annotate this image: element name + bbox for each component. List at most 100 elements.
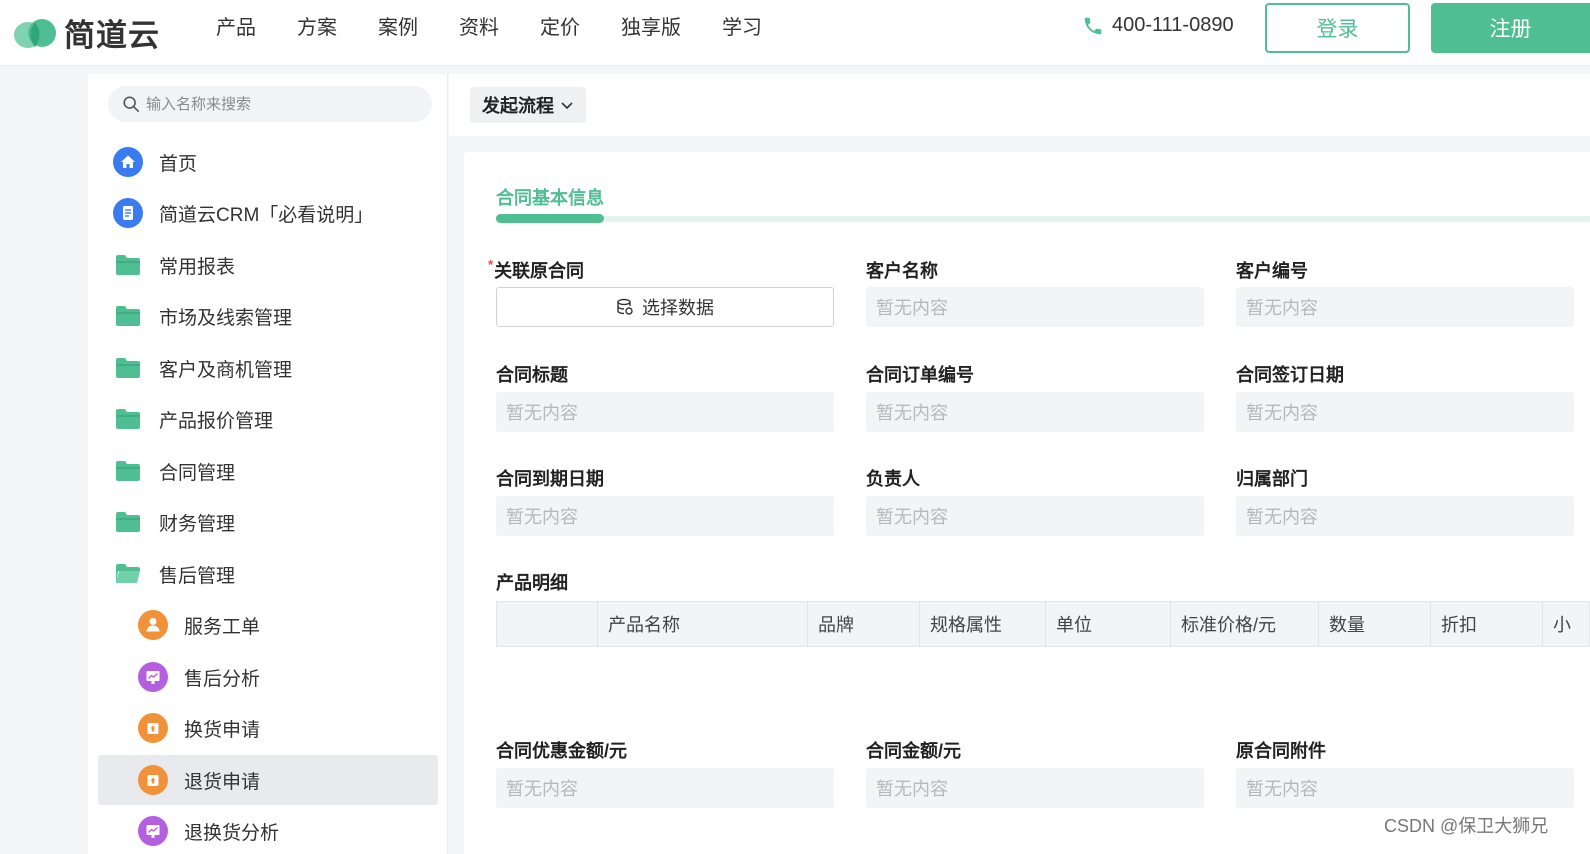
field-label-contract-title: 合同标题	[496, 365, 568, 385]
sidebar-item-label: 售后管理	[159, 565, 236, 587]
sidebar-item-exchange-request[interactable]: 换货申请	[98, 703, 438, 753]
table-header-cell[interactable]: 单位	[1045, 602, 1170, 646]
chevron-down-icon	[561, 102, 573, 110]
folder-icon	[113, 250, 143, 280]
nav-item-learn[interactable]: 学习	[722, 14, 762, 42]
nav-item-private[interactable]: 独享版	[621, 14, 681, 42]
sidebar-item-crm-guide[interactable]: 简道云CRM「必看说明」	[98, 188, 438, 238]
customer-name-field[interactable]: 暂无内容	[866, 287, 1204, 327]
folder-icon	[113, 301, 143, 331]
main-nav: 产品 方案 案例 资料 定价 独享版 学习	[216, 14, 803, 42]
sidebar-item-quotes[interactable]: 产品报价管理	[98, 394, 438, 444]
field-label-customer-no: 客户编号	[1236, 261, 1308, 281]
attachment-field[interactable]: 暂无内容	[1236, 768, 1574, 808]
sidebar-item-label: 服务工单	[184, 616, 261, 638]
section-divider	[496, 216, 1590, 222]
product-table-header: 产品名称 品牌 规格属性 单位 标准价格/元 数量 折扣 小	[496, 601, 1590, 647]
contract-amount-field[interactable]: 暂无内容	[866, 768, 1204, 808]
nav-item-product[interactable]: 产品	[216, 14, 256, 42]
nav-item-pricing[interactable]: 定价	[540, 14, 580, 42]
home-icon	[113, 147, 143, 177]
sidebar-item-label: 售后分析	[184, 668, 261, 690]
field-label-sign-date: 合同签订日期	[1236, 365, 1344, 385]
sidebar-item-finance[interactable]: 财务管理	[98, 497, 438, 547]
table-header-cell	[497, 602, 597, 646]
sign-date-field[interactable]: 暂无内容	[1236, 392, 1574, 432]
field-label-department: 归属部门	[1236, 469, 1308, 489]
field-label-order-no: 合同订单编号	[866, 365, 974, 385]
search-box[interactable]	[108, 86, 432, 122]
sidebar-item-label: 市场及线索管理	[159, 307, 293, 329]
owner-field[interactable]: 暂无内容	[866, 496, 1204, 536]
department-field[interactable]: 暂无内容	[1236, 496, 1574, 536]
nav-item-cases[interactable]: 案例	[378, 14, 418, 42]
select-data-button[interactable]: 选择数据	[496, 287, 834, 327]
login-button[interactable]: 登录	[1265, 3, 1410, 53]
phone-icon	[1084, 17, 1102, 34]
sidebar-item-label: 退货申请	[184, 771, 261, 793]
field-label-owner: 负责人	[866, 469, 920, 489]
table-header-cell[interactable]: 品牌	[807, 602, 919, 646]
table-header-cell[interactable]: 产品名称	[597, 602, 807, 646]
folder-icon	[113, 456, 143, 486]
sidebar-item-after-sales-analysis[interactable]: 售后分析	[98, 652, 438, 702]
table-header-cell[interactable]: 小	[1542, 602, 1589, 646]
sidebar: 首页 简道云CRM「必看说明」 常用报表 市场及线索管理 客户及商机管理 产品报…	[88, 74, 448, 854]
database-icon	[617, 298, 633, 315]
discount-amount-field[interactable]: 暂无内容	[496, 768, 834, 808]
folder-icon	[113, 404, 143, 434]
order-no-field[interactable]: 暂无内容	[866, 392, 1204, 432]
folder-icon	[113, 507, 143, 537]
chart-icon	[138, 816, 168, 846]
watermark: CSDN @保卫大狮兄	[1384, 816, 1549, 836]
top-header: 简道云 产品 方案 案例 资料 定价 独享版 学习 400-111-0890 登…	[0, 0, 1590, 66]
sidebar-item-service-ticket[interactable]: 服务工单	[98, 600, 438, 650]
sidebar-item-home[interactable]: 首页	[98, 137, 438, 187]
sidebar-item-return-analysis[interactable]: 退换货分析	[98, 806, 438, 854]
sidebar-item-label: 合同管理	[159, 462, 236, 484]
sidebar-item-after-sales[interactable]: 售后管理	[98, 549, 438, 599]
start-flow-button[interactable]: 发起流程	[470, 87, 586, 123]
sidebar-item-label: 产品报价管理	[159, 410, 274, 432]
phone-contact[interactable]: 400-111-0890	[1082, 14, 1234, 37]
field-label-product-detail: 产品明细	[496, 573, 568, 593]
logo-icon	[12, 15, 60, 51]
expire-date-field[interactable]: 暂无内容	[496, 496, 834, 536]
form-card: 合同基本信息 *关联原合同 选择数据 客户名称 暂无内容 客户编号 暂无内容 合…	[464, 152, 1590, 854]
table-header-cell[interactable]: 数量	[1318, 602, 1430, 646]
sidebar-item-return-request[interactable]: 退货申请	[98, 755, 438, 805]
table-header-cell[interactable]: 规格属性	[919, 602, 1045, 646]
folder-icon	[113, 353, 143, 383]
section-title[interactable]: 合同基本信息	[496, 184, 604, 210]
field-label-expire-date: 合同到期日期	[496, 469, 604, 489]
nav-item-solution[interactable]: 方案	[297, 14, 337, 42]
field-label-discount-amount: 合同优惠金额/元	[496, 741, 628, 761]
table-header-cell[interactable]: 标准价格/元	[1170, 602, 1318, 646]
table-header-cell[interactable]: 折扣	[1430, 602, 1542, 646]
field-label-customer-name: 客户名称	[866, 261, 938, 281]
contract-title-field[interactable]: 暂无内容	[496, 392, 834, 432]
exchange-icon	[138, 713, 168, 743]
select-data-label: 选择数据	[642, 298, 714, 318]
logo[interactable]: 简道云	[12, 10, 160, 55]
logo-text: 简道云	[64, 18, 160, 53]
sidebar-item-label: 财务管理	[159, 513, 236, 535]
phone-number: 400-111-0890	[1112, 14, 1234, 36]
folder-open-icon	[113, 559, 143, 589]
required-mark: *	[488, 257, 494, 272]
sidebar-item-label: 常用报表	[159, 256, 236, 278]
nav-item-resources[interactable]: 资料	[459, 14, 499, 42]
sidebar-item-label: 退换货分析	[184, 822, 280, 844]
sidebar-item-marketing[interactable]: 市场及线索管理	[98, 291, 438, 341]
start-flow-label: 发起流程	[482, 96, 554, 116]
field-label-related-contract: *关联原合同	[488, 257, 585, 281]
sidebar-item-label: 简道云CRM「必看说明」	[159, 204, 374, 226]
sidebar-item-contracts[interactable]: 合同管理	[98, 446, 438, 496]
sidebar-item-reports[interactable]: 常用报表	[98, 240, 438, 290]
field-label-contract-amount: 合同金额/元	[866, 741, 962, 761]
search-input[interactable]	[146, 95, 406, 113]
sidebar-item-customers[interactable]: 客户及商机管理	[98, 343, 438, 393]
customer-no-field[interactable]: 暂无内容	[1236, 287, 1574, 327]
register-button[interactable]: 注册	[1431, 3, 1590, 53]
search-icon	[123, 96, 140, 113]
